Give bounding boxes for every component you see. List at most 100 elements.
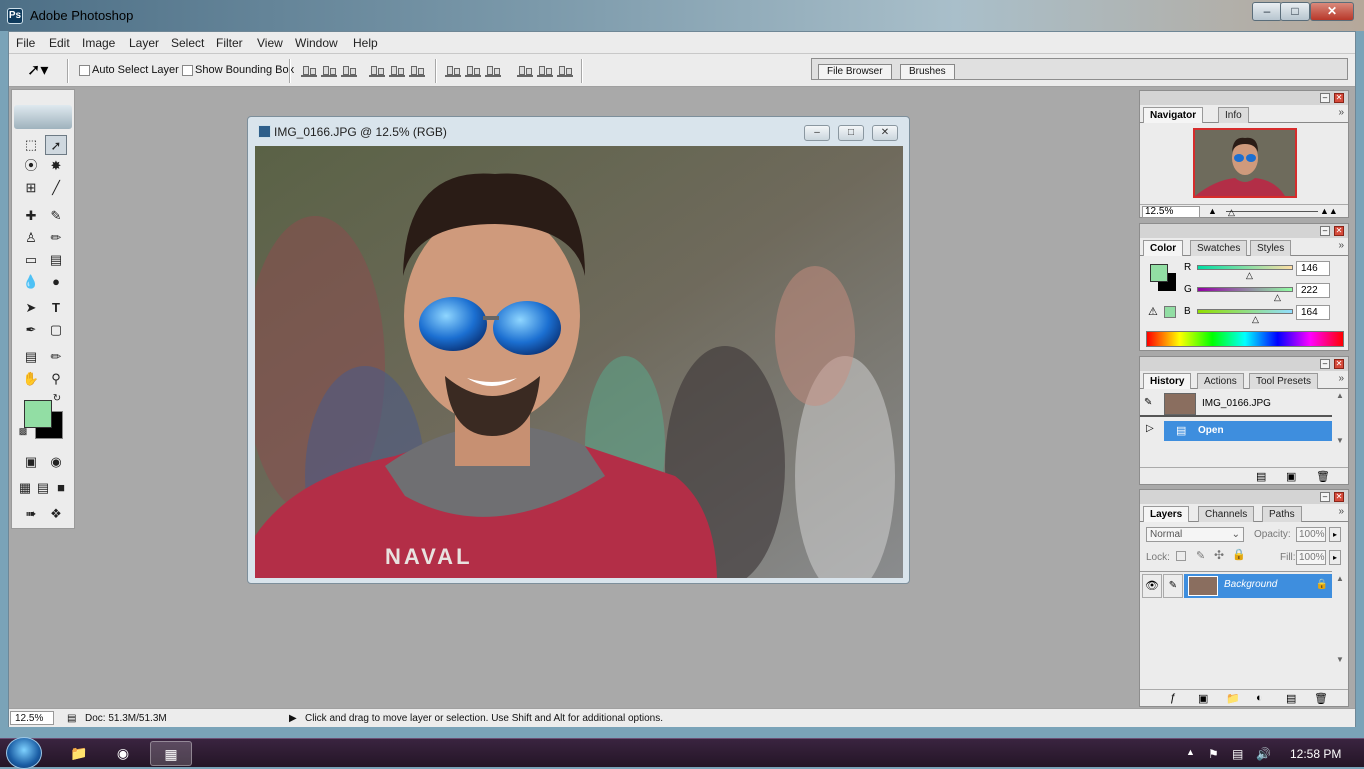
rectangular-marquee-tool-icon[interactable]: ⬚ <box>20 135 42 155</box>
tab-swatches[interactable]: Swatches <box>1190 240 1248 256</box>
standard-mode-icon[interactable]: ▣ <box>20 452 42 472</box>
pen-tool-icon[interactable]: ✒ <box>20 320 42 340</box>
align-horizontal-centers-icon[interactable] <box>389 64 405 77</box>
move-tool-icon[interactable]: ➚ <box>45 135 67 155</box>
align-top-edges-icon[interactable] <box>301 64 317 77</box>
status-menu-arrow-icon[interactable]: ▶ <box>289 713 297 724</box>
lock-position-icon[interactable]: ✣ <box>1214 548 1224 562</box>
menu-window[interactable]: Window <box>295 36 338 50</box>
minimize-button[interactable]: – <box>1252 2 1282 21</box>
panel-minimize-button[interactable]: – <box>1320 359 1330 369</box>
eraser-tool-icon[interactable]: ▭ <box>20 250 42 270</box>
dodge-tool-icon[interactable]: ● <box>45 272 67 292</box>
doc-info-icon[interactable]: ▤ <box>67 713 76 724</box>
panel-close-button[interactable]: ✕ <box>1334 492 1344 502</box>
jump-to-imageready-icon[interactable]: ➠ <box>20 504 42 524</box>
distribute-top-edges-icon[interactable] <box>445 64 461 77</box>
lock-all-icon[interactable]: 🔒 <box>1232 548 1246 561</box>
tab-channels[interactable]: Channels <box>1198 506 1255 522</box>
panel-close-button[interactable]: ✕ <box>1334 359 1344 369</box>
panel-minimize-button[interactable]: – <box>1320 226 1330 236</box>
tab-styles[interactable]: Styles <box>1250 240 1292 256</box>
gamut-warning-icon[interactable]: ⚠ <box>1148 305 1158 318</box>
red-channel-slider[interactable] <box>1197 265 1293 270</box>
hand-tool-icon[interactable]: ✋ <box>20 369 42 389</box>
menu-image[interactable]: Image <box>82 36 115 50</box>
history-brush-source-icon[interactable]: ✎ <box>1144 397 1152 408</box>
brush-tool-icon[interactable]: ✎ <box>45 206 67 226</box>
menu-help[interactable]: Help <box>353 36 378 50</box>
history-scrollbar[interactable]: ▲ ▼ <box>1336 391 1346 463</box>
history-brush-tool-icon[interactable]: ✏ <box>45 228 67 248</box>
layer-brush-link-icon[interactable]: ✎ <box>1163 574 1183 598</box>
navigator-zoom-slider-thumb[interactable]: △ <box>1228 207 1235 218</box>
navigator-zoom-slider[interactable] <box>1226 211 1318 212</box>
align-vertical-centers-icon[interactable] <box>321 64 337 77</box>
tab-info[interactable]: Info <box>1218 107 1249 123</box>
tab-history[interactable]: History <box>1143 373 1192 389</box>
lasso-tool-icon[interactable]: ⦿ <box>20 156 42 176</box>
palette-well-tab-brushes[interactable]: Brushes <box>900 64 955 79</box>
green-slider-thumb[interactable]: △ <box>1274 292 1281 303</box>
action-center-flag-icon[interactable]: ⚑ <box>1208 747 1219 761</box>
align-left-edges-icon[interactable] <box>369 64 385 77</box>
tab-actions[interactable]: Actions <box>1197 373 1244 389</box>
blue-slider-thumb[interactable]: △ <box>1252 314 1259 325</box>
zoom-out-icon[interactable]: ▲ <box>1208 206 1217 216</box>
blue-channel-slider[interactable] <box>1197 309 1293 314</box>
network-icon[interactable]: ▤ <box>1232 747 1243 761</box>
move-tool-preset-icon[interactable]: ➚▾ <box>27 60 48 80</box>
delete-state-icon[interactable]: 🗑 <box>1316 470 1330 483</box>
distribute-right-edges-icon[interactable] <box>557 64 573 77</box>
document-canvas-photo[interactable]: NAVAL <box>255 146 903 578</box>
menu-filter[interactable]: Filter <box>216 36 243 50</box>
layer-visibility-eye-icon[interactable]: 👁 <box>1142 574 1162 598</box>
panel-menu-icon[interactable]: » <box>1338 373 1344 384</box>
panel-titlebar[interactable]: – ✕ <box>1140 224 1348 238</box>
align-right-edges-icon[interactable] <box>409 64 425 77</box>
history-state-open[interactable]: ▤ Open <box>1164 421 1332 441</box>
zoom-in-icon[interactable]: ▲▲ <box>1320 206 1338 216</box>
color-foreground-swatch[interactable] <box>1150 264 1168 282</box>
green-value-field[interactable]: 222 <box>1296 283 1330 298</box>
align-bottom-edges-icon[interactable] <box>341 64 357 77</box>
distribute-bottom-edges-icon[interactable] <box>485 64 501 77</box>
lock-image-icon[interactable]: ✎ <box>1196 549 1205 562</box>
file-explorer-icon[interactable]: 📁 <box>58 741 100 766</box>
panel-titlebar[interactable]: – ✕ <box>1140 91 1348 105</box>
tab-tool-presets[interactable]: Tool Presets <box>1249 373 1319 389</box>
tab-paths[interactable]: Paths <box>1262 506 1302 522</box>
quick-mask-mode-icon[interactable]: ◉ <box>45 452 67 472</box>
document-minimize-button[interactable]: – <box>804 125 830 141</box>
tab-layers[interactable]: Layers <box>1143 506 1190 522</box>
panel-titlebar[interactable]: – ✕ <box>1140 357 1348 371</box>
fill-arrow-icon[interactable]: ▸ <box>1329 550 1341 565</box>
close-button[interactable]: ✕ <box>1310 2 1354 21</box>
panel-close-button[interactable]: ✕ <box>1334 93 1344 103</box>
standard-screen-mode-icon[interactable]: ▦ <box>16 478 34 498</box>
foreground-color-swatch[interactable] <box>24 400 52 428</box>
menu-layer[interactable]: Layer <box>129 36 159 50</box>
blur-tool-icon[interactable]: 💧 <box>20 272 42 292</box>
path-selection-tool-icon[interactable]: ➤ <box>20 298 42 318</box>
slice-tool-icon[interactable]: ╱ <box>45 178 67 198</box>
navigator-thumbnail[interactable] <box>1193 128 1297 198</box>
document-maximize-button[interactable]: □ <box>838 125 864 141</box>
crop-tool-icon[interactable]: ⊞ <box>20 178 42 198</box>
magic-wand-tool-icon[interactable]: ✸ <box>45 156 67 176</box>
tab-color[interactable]: Color <box>1143 240 1184 256</box>
red-value-field[interactable]: 146 <box>1296 261 1330 276</box>
menu-view[interactable]: View <box>257 36 283 50</box>
show-bounding-box-checkbox[interactable] <box>182 65 193 76</box>
menu-select[interactable]: Select <box>171 36 204 50</box>
layers-scrollbar[interactable]: ▲ ▼ <box>1336 574 1346 684</box>
volume-icon[interactable]: 🔊 <box>1256 747 1271 761</box>
add-layer-style-icon[interactable]: ƒ <box>1170 692 1176 704</box>
system-clock[interactable]: 12:58 PM <box>1290 747 1341 761</box>
opacity-arrow-icon[interactable]: ▸ <box>1329 527 1341 542</box>
full-screen-menu-mode-icon[interactable]: ▤ <box>34 478 52 498</box>
menu-file[interactable]: File <box>16 36 35 50</box>
opacity-field[interactable]: 100% <box>1296 527 1326 542</box>
panel-menu-icon[interactable]: » <box>1338 506 1344 517</box>
panel-minimize-button[interactable]: – <box>1320 492 1330 502</box>
